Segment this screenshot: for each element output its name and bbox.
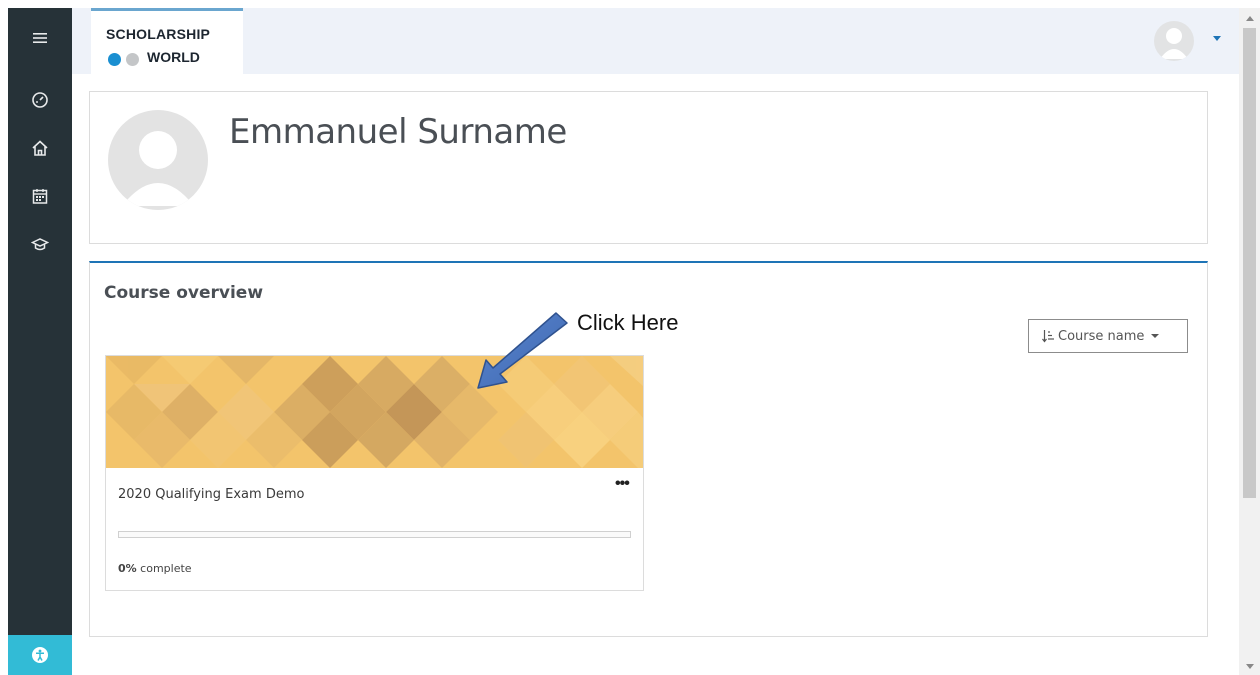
scrollbar-thumb[interactable] — [1243, 28, 1256, 498]
profile-avatar — [108, 110, 208, 210]
course-progress-suffix: complete — [136, 562, 192, 575]
scroll-down-arrow-icon[interactable] — [1246, 664, 1254, 669]
course-progress-bar — [118, 531, 631, 538]
accessibility-icon[interactable] — [8, 635, 72, 675]
graduation-cap-icon[interactable] — [8, 224, 72, 264]
sort-course-name-dropdown[interactable]: Course name — [1028, 319, 1188, 353]
calendar-icon[interactable] — [8, 176, 72, 216]
course-progress-value: 0% — [118, 562, 137, 575]
logo-text-line1: SCHOLARSHIP — [106, 26, 211, 42]
user-avatar-icon[interactable] — [1154, 21, 1194, 61]
user-menu-chevron-down-icon[interactable] — [1213, 36, 1221, 41]
course-overview-title: Course overview — [104, 283, 264, 303]
hamburger-menu-icon[interactable] — [8, 18, 72, 58]
course-actions-menu-icon[interactable]: ••• — [615, 476, 630, 492]
site-logo[interactable]: SCHOLARSHIP WORLD — [91, 8, 243, 74]
dashboard-icon[interactable] — [8, 80, 72, 120]
top-navbar: SCHOLARSHIP WORLD — [72, 8, 1239, 74]
sort-label: Course name — [1058, 328, 1145, 344]
logo-dot-blue — [108, 53, 121, 66]
nav-drawer — [8, 8, 72, 675]
scroll-up-arrow-icon[interactable] — [1246, 16, 1254, 21]
page-scrollbar[interactable] — [1239, 8, 1260, 675]
sort-icon — [1042, 330, 1054, 343]
course-progress-text: 0% complete — [118, 562, 192, 575]
profile-header: Emmanuel Surname — [89, 91, 1208, 244]
logo-dot-grey — [126, 53, 139, 66]
annotation-click-here: Click Here — [577, 310, 679, 335]
course-name-link[interactable]: 2020 Qualifying Exam Demo — [118, 487, 304, 502]
annotation-arrow-icon — [477, 312, 568, 389]
chevron-down-icon — [1151, 334, 1160, 338]
profile-name: Emmanuel Surname — [229, 112, 567, 152]
home-icon[interactable] — [8, 128, 72, 168]
logo-text-line2: WORLD — [147, 49, 200, 65]
